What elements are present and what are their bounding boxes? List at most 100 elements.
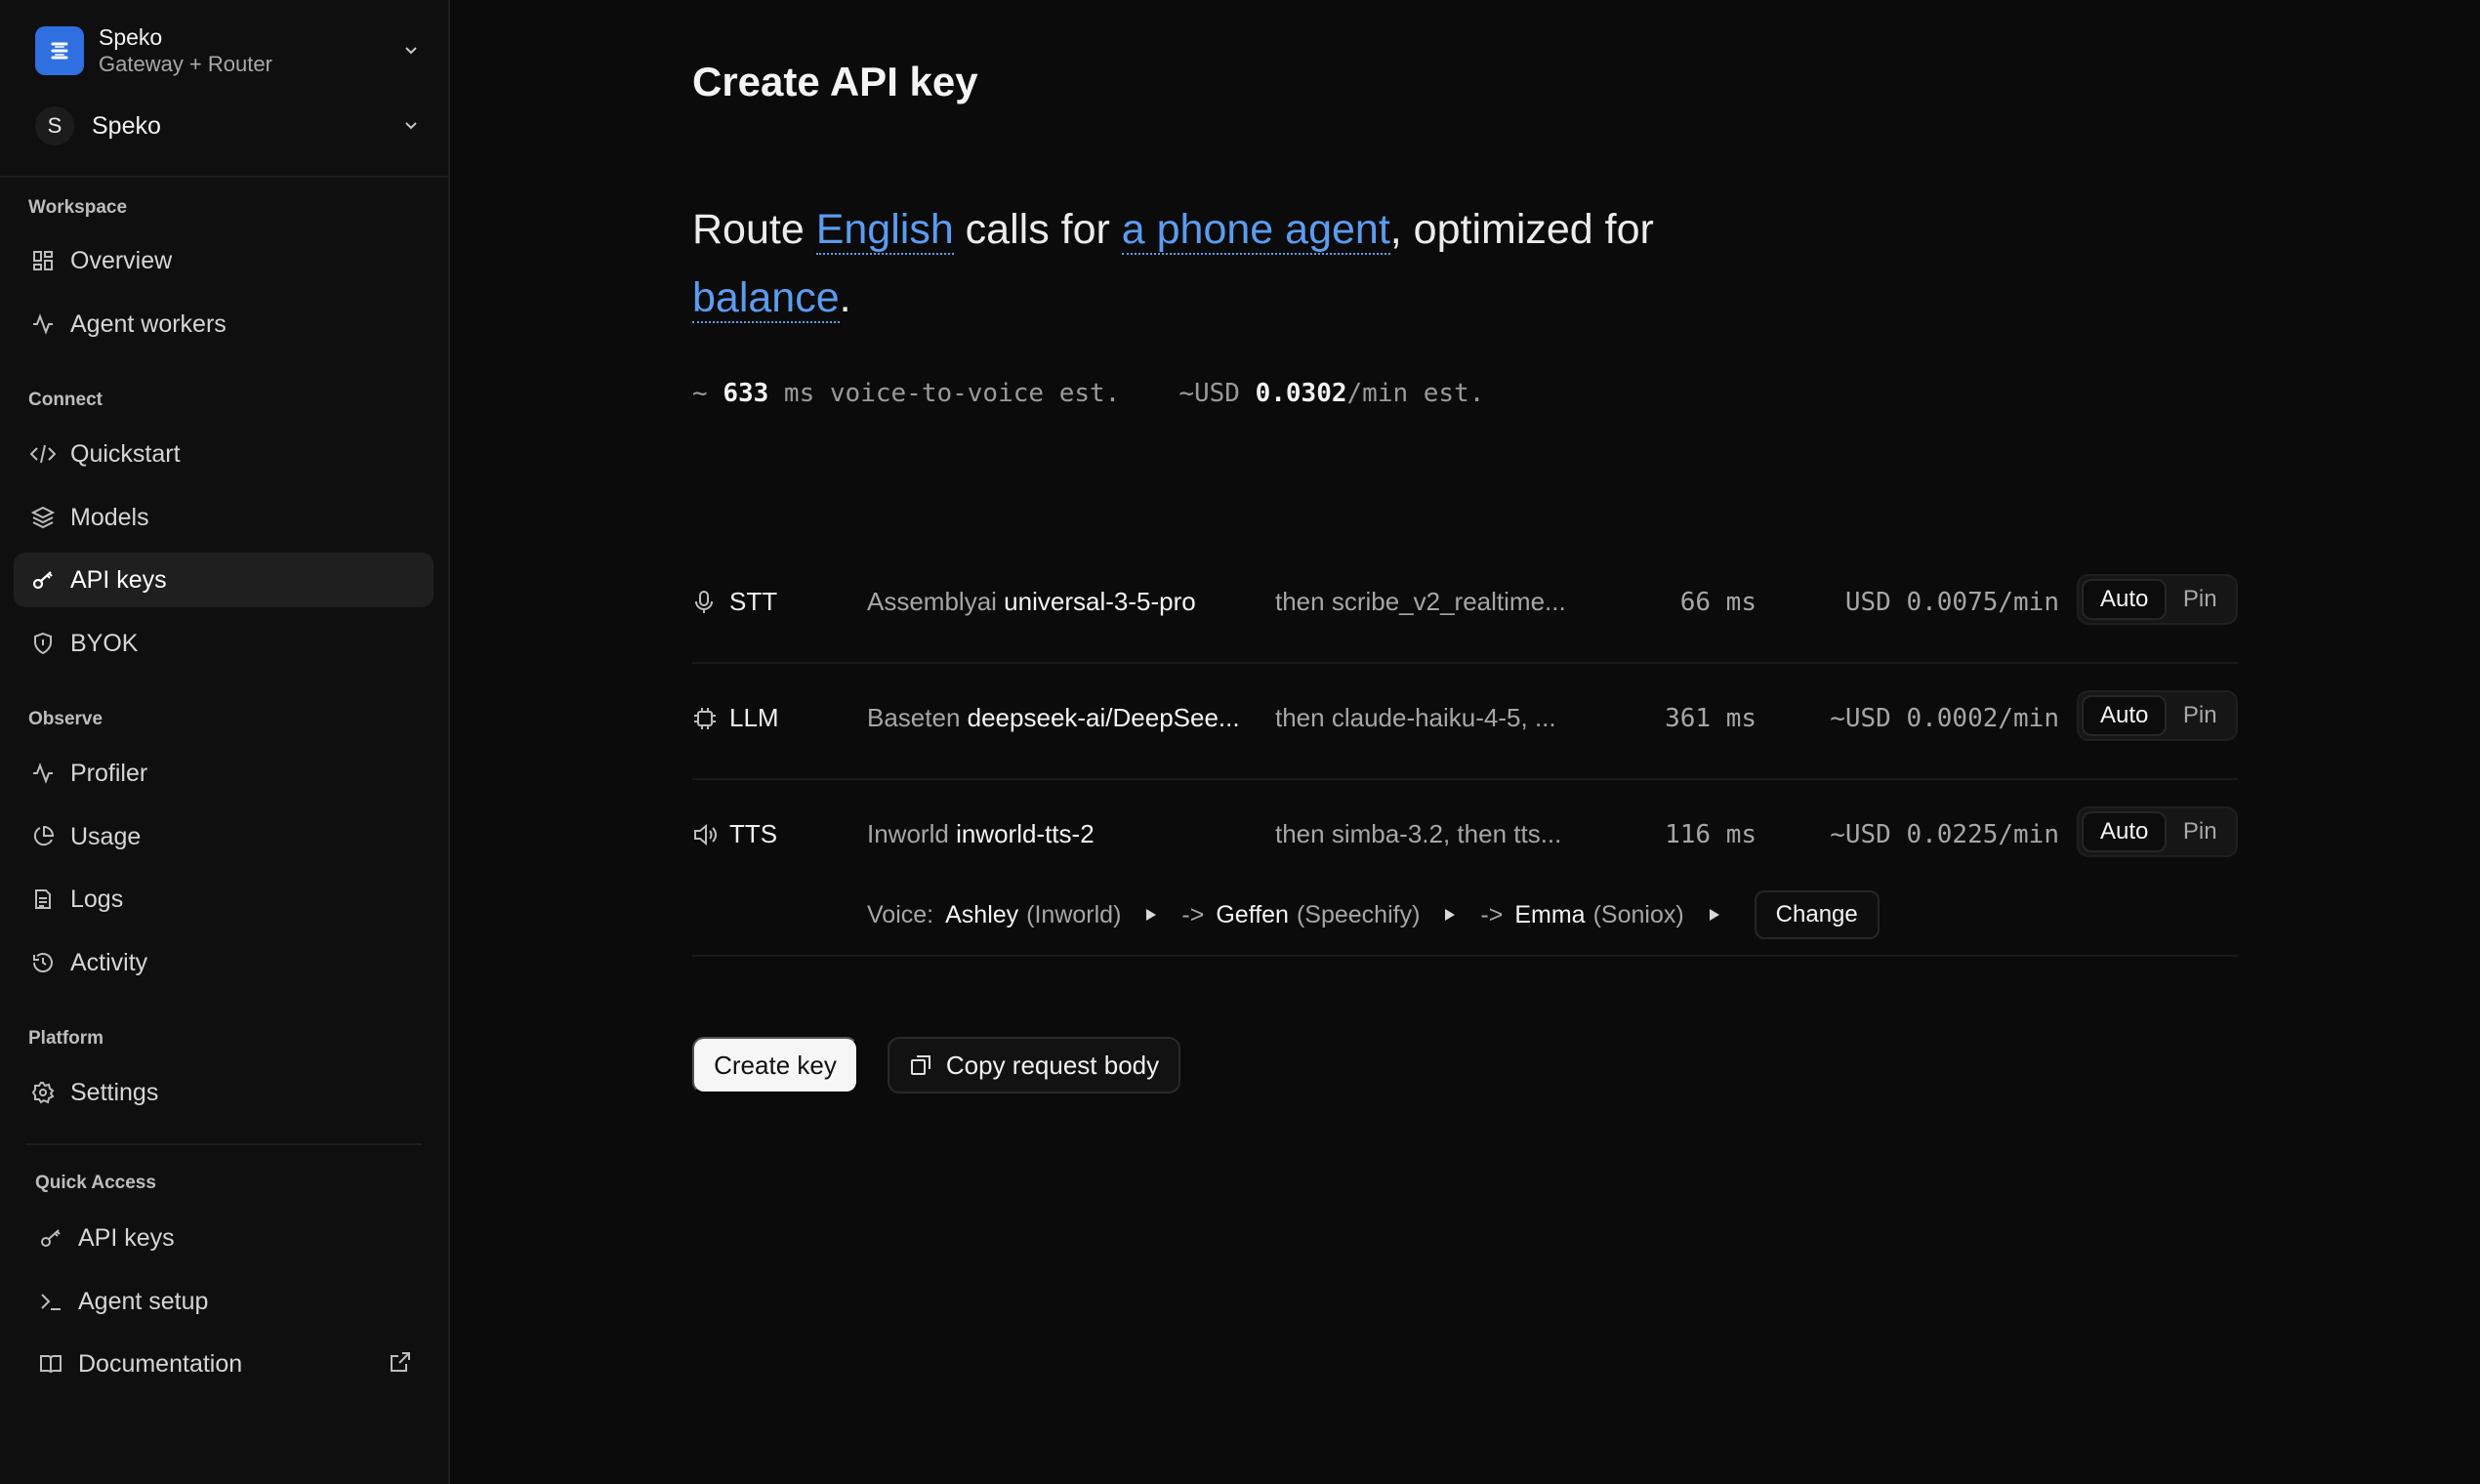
workspace-switcher[interactable]: S Speko <box>35 103 426 148</box>
speaker-icon <box>692 822 718 847</box>
voice-name[interactable]: Ashley <box>945 901 1018 929</box>
sidebar-divider <box>25 1143 422 1145</box>
sentence-text: Route <box>692 206 816 253</box>
terminal-icon <box>37 1288 64 1315</box>
copy-request-body-button[interactable]: Copy request body <box>888 1037 1180 1093</box>
fallback-models[interactable]: then claude-haiku-4-5, ... <box>1275 703 1556 733</box>
fallback-arrow: -> <box>1480 900 1504 928</box>
shield-icon <box>29 630 57 657</box>
sidebar-item-label: Overview <box>70 246 173 274</box>
sidebar-item-byok[interactable]: BYOK <box>14 616 434 671</box>
route-name: LLM <box>729 703 779 732</box>
provider-name: Assemblyai <box>867 587 997 616</box>
mode-auto-button[interactable]: Auto <box>2082 579 2168 620</box>
priority-selector[interactable]: balance <box>692 274 840 323</box>
route-row-tts: TTS Inworld inworld-tts-2 then simba-3.2… <box>692 779 2238 957</box>
provider-name: Baseten <box>867 703 961 732</box>
play-triangle-icon[interactable] <box>1144 908 1158 922</box>
sidebar-divider <box>0 176 448 178</box>
sidebar-item-overview[interactable]: Overview <box>14 233 434 288</box>
primary-model[interactable]: Baseten deepseek-ai/DeepSee... <box>867 703 1240 733</box>
sidebar-item-api-keys[interactable]: API keys <box>14 553 434 607</box>
mode-auto-button[interactable]: Auto <box>2082 811 2168 852</box>
mode-pin-button[interactable]: Pin <box>2167 811 2233 852</box>
fallback-models[interactable]: then simba-3.2, then tts... <box>1275 819 1561 849</box>
create-key-button[interactable]: Create key <box>692 1037 858 1093</box>
sidebar-item-label: API keys <box>70 565 167 594</box>
sidebar-item-label: Profiler <box>70 759 148 787</box>
cost-estimate-value: 0.0302 <box>1255 379 1347 408</box>
change-voice-button[interactable]: Change <box>1754 890 1880 939</box>
sidebar-item-label: Settings <box>70 1078 159 1106</box>
mode-pin-button[interactable]: Pin <box>2167 695 2233 736</box>
dashboard-icon <box>29 247 57 274</box>
route-row-stt: STT Assemblyai universal-3-5-pro then sc… <box>692 547 2238 664</box>
route-latency: 361 ms <box>1665 704 1757 733</box>
primary-model[interactable]: Inworld inworld-tts-2 <box>867 819 1095 849</box>
sidebar-item-label: Logs <box>70 885 124 913</box>
voice-name[interactable]: Emma <box>1514 901 1585 929</box>
sidebar-item-label: Documentation <box>78 1349 243 1378</box>
chevron-down-icon[interactable] <box>396 111 426 141</box>
play-triangle-icon[interactable] <box>1443 908 1457 922</box>
sidebar-item-logs[interactable]: Logs <box>14 872 434 927</box>
sentence-text: , optimized for <box>1389 206 1654 253</box>
workspace-name: Speko <box>92 111 161 140</box>
activity-icon <box>29 310 57 338</box>
book-icon <box>37 1350 64 1378</box>
sidebar-item-models[interactable]: Models <box>14 490 434 545</box>
sidebar-item-activity[interactable]: Activity <box>14 935 434 990</box>
mode-toggle: Auto Pin <box>2077 574 2238 625</box>
copy-request-body-label: Copy request body <box>945 1050 1160 1080</box>
routing-sentence: Route English calls for a phone agent, o… <box>692 195 1766 332</box>
voice-name[interactable]: Geffen <box>1216 901 1289 929</box>
org-switcher[interactable]: Speko Gateway + Router <box>35 21 426 80</box>
route-name: STT <box>729 587 778 616</box>
play-triangle-icon[interactable] <box>1708 908 1721 922</box>
route-cost: ~USD 0.0225/min <box>1830 820 2059 849</box>
sidebar-item-usage[interactable]: Usage <box>14 809 434 864</box>
mode-pin-button[interactable]: Pin <box>2167 579 2233 620</box>
key-icon <box>29 566 57 594</box>
workspace-avatar: S <box>35 106 74 145</box>
sidebar-item-settings[interactable]: Settings <box>14 1065 434 1120</box>
estimate-text: /min est. <box>1346 379 1485 408</box>
fallback-models[interactable]: then scribe_v2_realtime... <box>1275 587 1566 617</box>
voice-label: Voice: <box>867 900 934 928</box>
sidebar-item-documentation[interactable]: Documentation <box>21 1337 434 1391</box>
code-icon <box>29 440 57 468</box>
sidebar-item-label: Quickstart <box>70 439 181 468</box>
pie-chart-icon <box>29 823 57 850</box>
sidebar-item-profiler[interactable]: Profiler <box>14 746 434 801</box>
org-name: Speko <box>99 24 163 50</box>
model-name: inworld-tts-2 <box>956 819 1095 848</box>
chevron-down-icon[interactable] <box>396 36 426 65</box>
sidebar-item-quickstart[interactable]: Quickstart <box>14 427 434 481</box>
language-selector[interactable]: English <box>815 206 954 255</box>
route-row-llm: LLM Baseten deepseek-ai/DeepSee... then … <box>692 663 2238 780</box>
external-link-icon[interactable] <box>389 1350 414 1376</box>
sidebar: Speko Gateway + Router S Speko Workspace… <box>0 0 450 1484</box>
route-name: TTS <box>729 819 778 848</box>
primary-model[interactable]: Assemblyai universal-3-5-pro <box>867 587 1196 617</box>
sentence-text: . <box>839 274 851 321</box>
voice-provider: (Soniox) <box>1592 900 1684 928</box>
sidebar-item-agent-setup[interactable]: Agent setup <box>21 1274 441 1329</box>
mode-auto-button[interactable]: Auto <box>2082 695 2168 736</box>
mode-toggle: Auto Pin <box>2077 690 2238 741</box>
sidebar-item-agent-workers[interactable]: Agent workers <box>14 297 434 351</box>
estimate-text: ~ <box>692 379 723 408</box>
mode-toggle: Auto Pin <box>2077 806 2238 857</box>
section-label-quick-access: Quick Access <box>35 1173 156 1193</box>
section-label-observe: Observe <box>28 709 103 729</box>
voice-chain: Voice: Ashley (Inworld) -> Geffen (Speec… <box>692 875 2238 955</box>
sidebar-item-quick-api-keys[interactable]: API keys <box>21 1211 441 1265</box>
chip-icon <box>692 706 718 731</box>
route-latency: 66 ms <box>1679 588 1757 617</box>
route-cost: ~USD 0.0002/min <box>1830 704 2059 733</box>
org-subtitle: Gateway + Router <box>99 51 272 76</box>
copy-icon <box>909 1053 932 1077</box>
speko-logo-icon <box>35 26 84 75</box>
estimate-text: ms voice-to-voice est. <box>768 379 1121 408</box>
use-case-selector[interactable]: a phone agent <box>1121 206 1390 255</box>
